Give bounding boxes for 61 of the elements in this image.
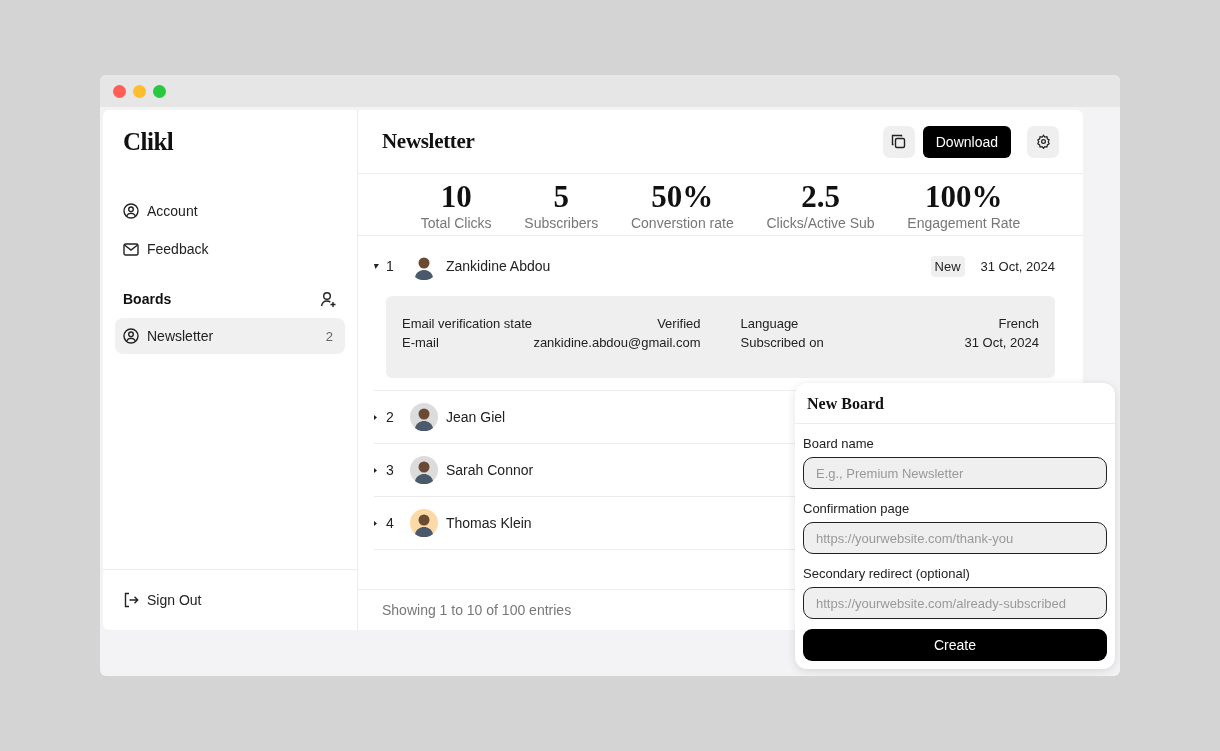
stat-label: Subscribers: [524, 214, 599, 232]
field-label: Secondary redirect (optional): [803, 566, 971, 581]
download-button[interactable]: Download: [922, 125, 1011, 158]
detail-value: French: [998, 316, 1039, 331]
stat-label: Clicks/Active Sub: [766, 214, 875, 232]
stat-label: Converstion rate: [630, 214, 734, 232]
board-item[interactable]: Newsletter 2: [115, 318, 345, 354]
stat-value: 2.5: [801, 180, 840, 214]
row-number: 3: [386, 462, 395, 478]
sign-out-button[interactable]: Sign Out: [123, 592, 202, 608]
popover-title: New Board: [795, 383, 1115, 424]
detail-label: E-mail: [402, 335, 439, 350]
detail-value: zankidine.abdou@gmail.com: [533, 335, 701, 350]
mail-icon: [123, 242, 139, 256]
account-icon: [123, 328, 139, 344]
caret-right-icon[interactable]: [374, 520, 377, 526]
caret-right-icon[interactable]: [374, 467, 377, 473]
caret-down-icon[interactable]: [374, 263, 379, 269]
detail-value: Verified: [657, 316, 701, 331]
sidebar-item[interactable]: Account: [115, 192, 345, 230]
account-icon: [123, 203, 139, 219]
stat-label: Engagement Rate: [907, 214, 1021, 232]
avatar-icon: [410, 456, 438, 484]
settings-icon: [1035, 134, 1051, 149]
detail-label: Language: [740, 316, 799, 331]
subscriber-name: Sarah Connor: [446, 462, 534, 478]
input-field[interactable]: https://yourwebsite.com/thank-you: [803, 522, 1107, 554]
detail-label: Email verification state: [402, 316, 533, 331]
avatar-icon: [410, 509, 438, 537]
copy-icon: [891, 134, 907, 149]
input-field[interactable]: E.g., Premium Newsletter: [803, 457, 1107, 489]
sidebar-item[interactable]: Feedback: [115, 230, 345, 268]
subscriber-name: Zankidine Abdou: [446, 258, 551, 274]
copy-button[interactable]: [882, 125, 915, 158]
stat-value: 50%: [651, 180, 714, 214]
app-logo: Clikl: [122, 127, 175, 157]
input-field[interactable]: https://yourwebsite.com/already-subscribed: [803, 587, 1107, 619]
pagination-info: Showing 1 to 10 of 100 entries: [382, 602, 572, 618]
add-user-icon[interactable]: [320, 290, 337, 308]
row-number: 2: [386, 409, 395, 425]
field-label: Confirmation page: [803, 501, 911, 516]
row-number: 1: [386, 258, 395, 274]
section-heading: Boards: [123, 291, 172, 307]
stat-label: Total Clicks: [420, 214, 492, 232]
stat-value: 5: [553, 180, 569, 214]
row-number: 4: [386, 515, 395, 531]
stat-value: 100%: [925, 180, 1003, 214]
page-title: Newsletter: [382, 129, 476, 154]
settings-button[interactable]: [1027, 125, 1059, 158]
sign-out-icon: [123, 592, 139, 608]
field-label: Board name: [803, 436, 875, 451]
subscribed-date: 31 Oct, 2024: [980, 258, 1055, 274]
detail-value: 31 Oct, 2024: [964, 335, 1039, 350]
create-button[interactable]: Create: [803, 629, 1107, 661]
detail-label: Subscribed on: [740, 335, 824, 350]
avatar-icon: [410, 403, 438, 431]
subscriber-name: Jean Giel: [446, 409, 506, 425]
status-badge: New: [930, 255, 965, 277]
caret-right-icon[interactable]: [374, 414, 377, 420]
subscriber-name: Thomas Klein: [446, 515, 532, 531]
stat-value: 10: [440, 180, 472, 214]
